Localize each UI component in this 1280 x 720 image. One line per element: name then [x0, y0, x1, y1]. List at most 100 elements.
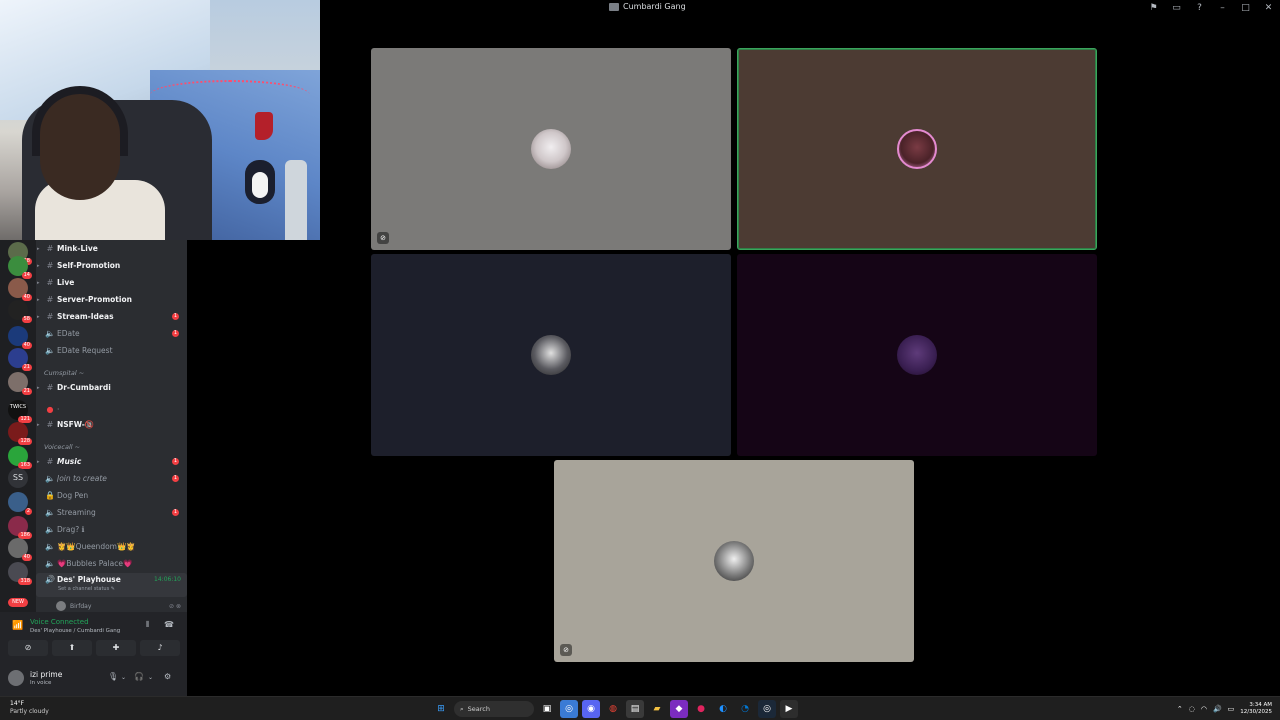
screen-share-icon[interactable]: ⬆ [52, 640, 92, 656]
server-icon[interactable]: 2 [8, 492, 32, 515]
category-voicecall[interactable]: Voicecall ~ [44, 443, 80, 451]
search-box[interactable]: ⌕ Search [454, 701, 534, 717]
voice-location[interactable]: Des' Playhouse / Cumbardi Gang [30, 628, 120, 634]
speaker-icon: 🔊 [45, 575, 55, 584]
mention-badge: 128 [18, 438, 32, 445]
minimize-button[interactable]: – [1211, 3, 1234, 13]
widgets-icon[interactable]: ◎ [560, 700, 578, 718]
channel-label: 💗Bubbles Palace💗 [57, 559, 133, 568]
server-icon[interactable]: TWICS 121 [8, 400, 32, 423]
task-view-icon[interactable]: ▣ [538, 700, 556, 718]
maximize-button[interactable]: □ [1234, 3, 1257, 13]
chevron-down-icon[interactable]: ⌄ [121, 674, 126, 681]
channel-join-to-create[interactable]: 🔈 Join to create 1 [36, 471, 187, 486]
clock[interactable]: 3:34 AM 12/30/2025 [1240, 702, 1272, 716]
channel-status-link[interactable]: Set a channel status ✎ [58, 586, 115, 592]
folder-icon[interactable]: ▰ [648, 700, 666, 718]
steam-icon[interactable]: ◎ [758, 700, 776, 718]
unread-badge: 1 [172, 313, 179, 320]
participant-tile[interactable] [737, 254, 1097, 456]
screen-icon[interactable]: ▭ [1165, 3, 1188, 13]
server-icon[interactable]: 14 [8, 256, 32, 279]
server-icon[interactable]: 21 [8, 348, 32, 371]
start-icon[interactable]: ⊞ [432, 700, 450, 718]
channel-dr-cumbardi[interactable]: ▸ # Dr-Cumbardi [36, 380, 187, 395]
new-servers-pill[interactable]: NEW [8, 598, 28, 607]
chevron-up-icon[interactable]: ⌃ [1177, 705, 1183, 713]
volume-icon[interactable]: 🔊 [1213, 705, 1222, 713]
camera-off-icon[interactable]: ⊘ [8, 640, 48, 656]
discord-icon[interactable]: ◉ [582, 700, 600, 718]
edge-icon[interactable]: ◔ [736, 700, 754, 718]
flag-icon[interactable]: ⚑ [1142, 3, 1165, 13]
voice-member[interactable]: Birfday ⊘ ⊗ [56, 600, 187, 612]
network-icon[interactable]: ◌ [1189, 705, 1195, 713]
server-icon[interactable]: 40 [8, 326, 32, 349]
wifi-icon[interactable]: ◠ [1201, 705, 1207, 713]
speaker-icon: 🔈 [45, 525, 55, 534]
server-icon[interactable]: 318 [8, 562, 32, 585]
channel-drag[interactable]: 🔈 Drag? ℹ [36, 522, 187, 537]
channel-edate[interactable]: 🔈 EDate 1 [36, 326, 187, 341]
avatar[interactable] [8, 670, 24, 686]
microphone-icon[interactable]: 🎙 [108, 672, 118, 681]
headphones-icon[interactable]: 🎧 [134, 672, 144, 681]
chrome-icon[interactable]: ◍ [604, 700, 622, 718]
mention-badge: 2 [24, 508, 32, 515]
settings-gear-icon[interactable]: ⚙ [164, 672, 171, 681]
help-icon[interactable]: ? [1188, 3, 1211, 13]
channel-bubbles-palace[interactable]: 🔈 💗Bubbles Palace💗 [36, 556, 187, 571]
server-icon[interactable]: 186 [8, 516, 32, 539]
channel-dog-pen[interactable]: 🔒 Dog Pen [36, 488, 187, 503]
noise-suppression-icon[interactable]: ⦀ [146, 620, 150, 630]
server-icon[interactable]: 40 [8, 538, 32, 561]
window-title: Cumbardi Gang [609, 2, 686, 11]
hash-icon: # [46, 295, 54, 304]
disconnect-icon[interactable]: ☎ [164, 620, 174, 629]
avatar [531, 129, 571, 169]
username[interactable]: izi prime [30, 670, 62, 679]
server-icon[interactable]: 58 [8, 300, 32, 323]
participant-tile[interactable] [371, 254, 731, 456]
channel-label: Music [57, 457, 82, 466]
red-dot-icon: ● [46, 405, 54, 414]
app-icon[interactable]: ◐ [714, 700, 732, 718]
signal-icon[interactable]: 📶 [12, 621, 23, 631]
channel-queendom[interactable]: 🔈 👸👑Queendom👑👸 [36, 539, 187, 554]
server-icon[interactable]: 40 [8, 278, 32, 301]
app-icon[interactable]: ● [692, 700, 710, 718]
mention-badge: 14 [21, 272, 32, 279]
store-icon[interactable]: ▤ [626, 700, 644, 718]
channel-nsfw[interactable]: ▸ # NSFW-🔞 [36, 417, 187, 432]
channel-stream-ideas[interactable]: ▸ # Stream-Ideas 1 [36, 309, 187, 324]
server-icon[interactable]: 21 [8, 372, 32, 395]
voice-status[interactable]: Voice Connected [30, 618, 89, 626]
channel-server-promotion[interactable]: ▸ # Server-Promotion [36, 292, 187, 307]
channel-edate-request[interactable]: 🔈 EDate Request [36, 343, 187, 358]
channel-des-playhouse[interactable]: 🔊 Des' Playhouse 14:06:10 Set a channel … [36, 573, 187, 597]
participant-tile-speaking[interactable] [737, 48, 1097, 250]
search-icon: ⌕ [460, 704, 464, 713]
server-icon[interactable]: 163 [8, 446, 32, 469]
terminal-icon[interactable]: ▶ [780, 700, 798, 718]
user-status: In voice [30, 680, 52, 686]
server-label: TWICS [9, 404, 27, 410]
channel-music[interactable]: ▸ # Music 1 [36, 454, 187, 469]
server-icon[interactable]: 128 [8, 422, 32, 445]
channel-dot[interactable]: ● · [36, 402, 187, 417]
soundboard-icon[interactable]: ♪ [140, 640, 180, 656]
participant-tile[interactable]: ⊘ [371, 48, 731, 250]
close-button[interactable]: ✕ [1257, 3, 1280, 13]
app-icon[interactable]: ◆ [670, 700, 688, 718]
channel-live[interactable]: ▸ # Live [36, 275, 187, 290]
weather-widget[interactable]: 14°F Partly cloudy [10, 700, 49, 716]
server-icon[interactable]: SS [8, 468, 28, 488]
channel-mink-live[interactable]: ▸ # Mink-Live [36, 241, 187, 256]
chevron-down-icon[interactable]: ⌄ [148, 674, 153, 681]
channel-self-promotion[interactable]: ▸ # Self-Promotion [36, 258, 187, 273]
category-cumspital[interactable]: Cumspital ~ [44, 369, 84, 377]
activities-icon[interactable]: ✚ [96, 640, 136, 656]
participant-tile[interactable]: ⊘ [554, 460, 914, 662]
battery-icon[interactable]: ▭ [1228, 705, 1235, 713]
channel-streaming[interactable]: 🔈 Streaming 1 [36, 505, 187, 520]
